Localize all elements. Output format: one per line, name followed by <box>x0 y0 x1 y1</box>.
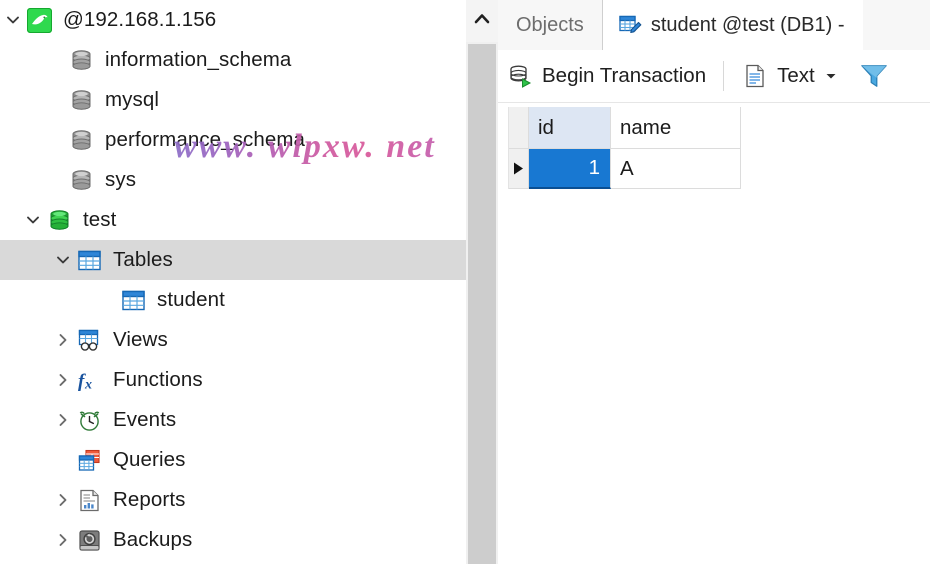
tree-item-label: sys <box>105 168 137 191</box>
chevron-down-icon[interactable] <box>22 200 44 240</box>
spacer-icon <box>44 120 66 160</box>
chevron-down-icon[interactable] <box>824 69 838 83</box>
tab-bar: Objects student @test (DB1) - <box>498 0 930 51</box>
begin-transaction-label: Begin Transaction <box>542 64 707 87</box>
database-play-icon <box>506 62 534 90</box>
scrollbar-thumb[interactable] <box>468 44 496 564</box>
backups-disk-icon <box>74 525 104 555</box>
tree-item-label: Views <box>113 328 168 351</box>
grid-column-header-name[interactable]: name <box>611 107 741 149</box>
navicat-window: @192.168.1.156 information_schema mysql … <box>0 0 930 564</box>
grid-header-row: id name <box>509 107 741 149</box>
chevron-right-icon[interactable] <box>52 400 74 440</box>
table-row[interactable]: 1 A <box>509 149 741 189</box>
tree-vertical-scrollbar[interactable] <box>466 0 498 564</box>
data-grid: id name 1 A <box>508 107 741 189</box>
tree-item-performance-schema[interactable]: performance_schema <box>0 120 466 160</box>
tree-item-sys[interactable]: sys <box>0 160 466 200</box>
tree-item-views[interactable]: Views <box>0 320 466 360</box>
tree-item-information-schema[interactable]: information_schema <box>0 40 466 80</box>
table-icon <box>118 285 148 315</box>
tree-item-connection[interactable]: @192.168.1.156 <box>0 0 466 40</box>
toolbar-separator <box>723 61 725 91</box>
tree-item-label: mysql <box>105 88 160 111</box>
tree-item-label: test <box>83 208 117 231</box>
tab-label: student @test (DB1) - <box>650 13 845 36</box>
chevron-down-icon[interactable] <box>2 0 24 40</box>
tree-item-label: Tables <box>113 248 173 271</box>
tree-item-events[interactable]: Events <box>0 400 466 440</box>
mysql-connection-icon <box>24 5 54 35</box>
table-edit-icon <box>617 12 643 38</box>
grid-cell-id[interactable]: 1 <box>529 149 611 189</box>
tree-item-functions[interactable]: f x Functions <box>0 360 466 400</box>
tree-item-test-database[interactable]: test <box>0 200 466 240</box>
filter-funnel-icon <box>860 62 888 90</box>
chevron-right-icon[interactable] <box>52 320 74 360</box>
views-icon <box>74 325 104 355</box>
database-active-icon <box>44 205 74 235</box>
database-icon <box>66 165 96 195</box>
tree-item-mysql[interactable]: mysql <box>0 80 466 120</box>
spacer-icon <box>96 280 118 320</box>
table-folder-icon <box>74 245 104 275</box>
tab-student-table-editor[interactable]: student @test (DB1) - <box>601 0 863 51</box>
spacer-icon <box>44 40 66 80</box>
tree-item-tables[interactable]: Tables <box>0 240 466 280</box>
tree-item-label: Events <box>113 408 177 431</box>
chevron-down-icon[interactable] <box>52 240 74 280</box>
spacer-icon <box>52 440 74 480</box>
grid-cell-name[interactable]: A <box>611 149 741 189</box>
tree-item-student-table[interactable]: student <box>0 280 466 320</box>
grid-corner-cell <box>509 107 529 149</box>
svg-text:x: x <box>84 377 92 392</box>
editor-toolbar: Begin Transaction Text <box>498 50 930 103</box>
tree-item-label: Functions <box>113 368 203 391</box>
database-icon <box>66 45 96 75</box>
tab-objects[interactable]: Objects <box>498 0 602 50</box>
tree-item-label: Reports <box>113 488 186 511</box>
text-view-label: Text <box>777 64 815 87</box>
tree-item-backups[interactable]: Backups <box>0 520 466 560</box>
chevron-right-icon[interactable] <box>52 480 74 520</box>
editor-pane: Objects student @test (DB1) - Begin Tran… <box>498 0 930 564</box>
current-row-arrow-icon <box>509 149 529 189</box>
chevron-right-icon[interactable] <box>52 360 74 400</box>
document-text-icon <box>741 62 769 90</box>
tree-item-label: performance_schema <box>105 128 306 151</box>
tree-item-queries[interactable]: Queries <box>0 440 466 480</box>
events-clock-icon <box>74 405 104 435</box>
begin-transaction-button[interactable]: Begin Transaction <box>498 50 714 102</box>
tree-item-reports[interactable]: Reports <box>0 480 466 520</box>
object-tree-pane: @192.168.1.156 information_schema mysql … <box>0 0 466 564</box>
tree-item-label: Queries <box>113 448 186 471</box>
tree-item-label: @192.168.1.156 <box>63 8 217 31</box>
functions-fx-icon: f x <box>74 365 104 395</box>
filter-button[interactable] <box>846 50 904 102</box>
database-icon <box>66 125 96 155</box>
chevron-right-icon[interactable] <box>52 520 74 560</box>
tree-item-label: student <box>157 288 225 311</box>
reports-icon <box>74 485 104 515</box>
spacer-icon <box>44 160 66 200</box>
grid-column-header-id[interactable]: id <box>529 107 611 149</box>
queries-icon <box>74 445 104 475</box>
text-view-button[interactable]: Text <box>733 50 846 102</box>
scrollbar-up-button[interactable] <box>466 0 498 42</box>
tab-label: Objects <box>516 13 584 36</box>
spacer-icon <box>44 80 66 120</box>
database-icon <box>66 85 96 115</box>
chevron-up-icon <box>472 9 492 34</box>
tree-item-label: information_schema <box>105 48 292 71</box>
tree-item-label: Backups <box>113 528 193 551</box>
